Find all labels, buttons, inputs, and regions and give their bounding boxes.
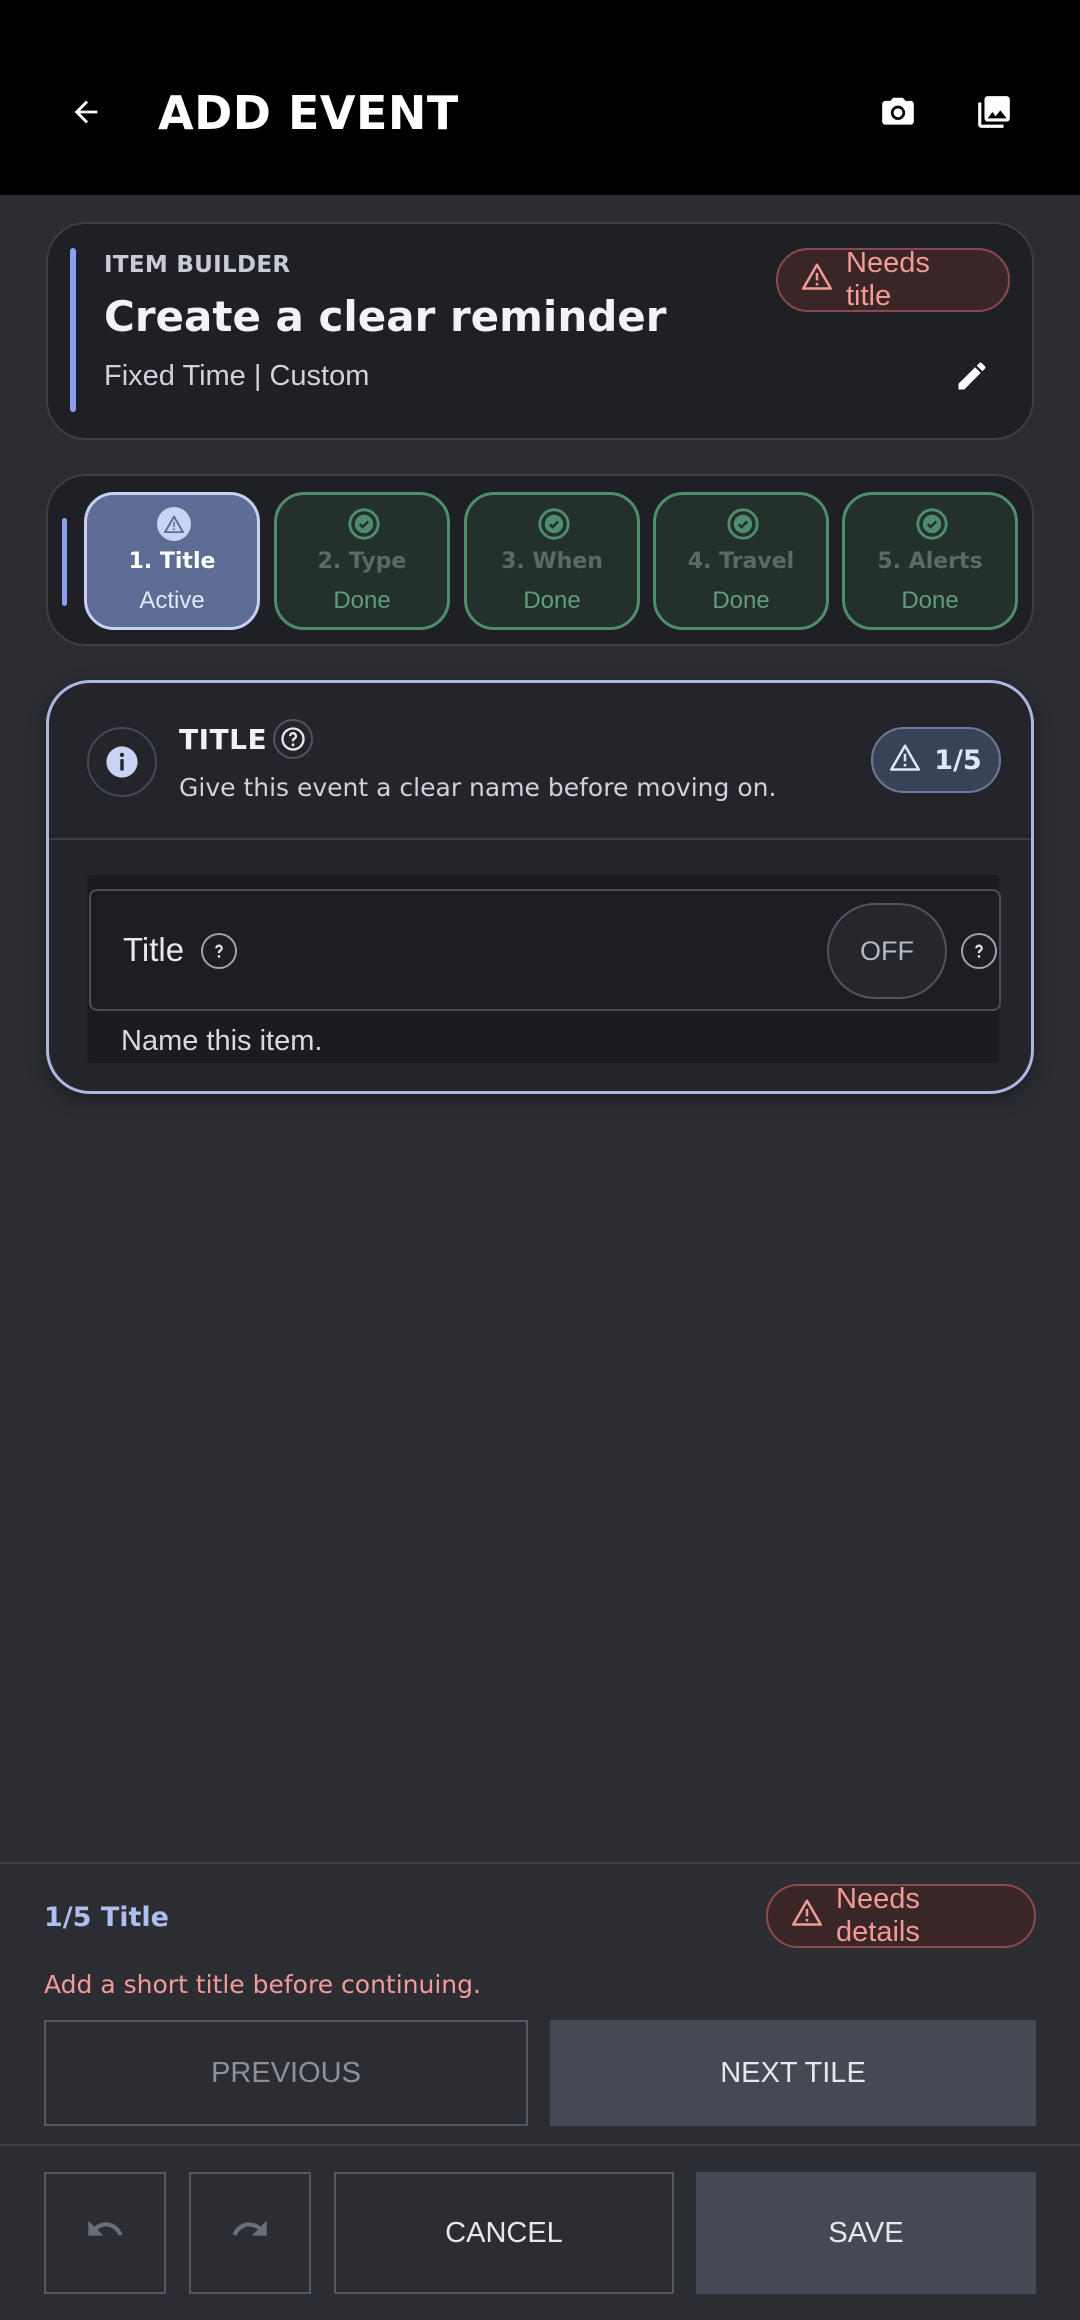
step-label: 2. Type — [317, 549, 407, 574]
step-status: Done — [901, 587, 959, 614]
item-builder-card: ITEM BUILDER Create a clear reminder Fix… — [46, 222, 1034, 440]
warning-icon — [792, 1898, 822, 1934]
title-field-group: Title OFF Name this item. — [87, 875, 1001, 1063]
divider — [0, 2144, 1080, 2146]
progress-count-badge: 1/5 — [871, 727, 1001, 793]
info-icon — [87, 727, 157, 797]
count-label: 1/5 — [934, 744, 982, 776]
step-status: Done — [712, 587, 770, 614]
builder-headline: Create a clear reminder — [104, 292, 667, 341]
step-alerts[interactable]: 5. Alerts Done — [842, 492, 1018, 630]
title-tile: TITLE Give this event a clear name befor… — [46, 680, 1034, 1094]
warning-icon — [890, 743, 921, 778]
redo-button[interactable] — [189, 2172, 311, 2294]
previous-button[interactable]: PREVIOUS — [44, 2020, 528, 2126]
warning-icon — [802, 262, 832, 298]
page-title: ADD EVENT — [158, 86, 459, 140]
footer-bar: 1/5 Title Needs details Add a short titl… — [0, 1862, 1080, 2320]
builder-subtitle: Fixed Time | Custom — [104, 360, 370, 392]
step-type[interactable]: 2. Type Done — [274, 492, 450, 630]
step-label: 1. Title — [128, 549, 216, 574]
check-circle-icon — [347, 507, 381, 541]
needs-details-badge: Needs details — [766, 1883, 1036, 1948]
undo-icon — [85, 2209, 125, 2257]
field-hint: Name this item. — [121, 1025, 323, 1057]
back-arrow-icon[interactable] — [58, 84, 114, 140]
divider — [49, 838, 1031, 840]
warning-icon — [157, 507, 191, 541]
step-label: 3. When — [501, 549, 603, 574]
badge-label: Needs title — [846, 247, 930, 312]
help-icon[interactable] — [273, 719, 313, 759]
check-circle-icon — [915, 507, 949, 541]
redo-icon — [230, 2209, 270, 2257]
error-message: Add a short title before continuing. — [44, 1970, 481, 1999]
app-bar: ADD EVENT — [0, 0, 1080, 195]
accent-bar — [70, 248, 76, 412]
image-gallery-icon[interactable] — [968, 86, 1020, 138]
title-field-label: Title — [123, 931, 185, 968]
step-status: Active — [139, 587, 205, 614]
progress-label: 1/5 Title — [44, 1902, 169, 1933]
title-toggle[interactable]: OFF — [827, 903, 947, 999]
step-label: 4. Travel — [687, 549, 795, 574]
step-when[interactable]: 3. When Done — [464, 492, 640, 630]
step-status: Done — [523, 587, 581, 614]
check-circle-icon — [726, 507, 760, 541]
undo-button[interactable] — [44, 2172, 166, 2294]
badge-label: Needs details — [836, 1883, 920, 1948]
pencil-icon[interactable] — [948, 352, 996, 400]
help-icon[interactable] — [201, 933, 237, 969]
accent-bar — [62, 518, 67, 606]
cancel-button[interactable]: CANCEL — [334, 2172, 674, 2294]
tile-title: TITLE — [179, 723, 268, 756]
step-title[interactable]: 1. Title Active — [84, 492, 260, 630]
check-circle-icon — [537, 507, 571, 541]
tile-description: Give this event a clear name before movi… — [179, 773, 777, 802]
step-navigator: 1. Title Active 2. Type Done 3. When Don… — [46, 474, 1034, 646]
builder-overline: ITEM BUILDER — [104, 252, 291, 278]
next-tile-button[interactable]: NEXT TILE — [550, 2020, 1036, 2126]
needs-title-badge: Needs title — [776, 247, 1010, 312]
step-status: Done — [333, 587, 391, 614]
help-icon[interactable] — [961, 933, 997, 969]
camera-icon[interactable] — [872, 86, 924, 138]
title-input[interactable]: Title OFF — [89, 889, 1001, 1011]
step-label: 5. Alerts — [877, 549, 983, 574]
step-travel[interactable]: 4. Travel Done — [653, 492, 829, 630]
save-button[interactable]: SAVE — [696, 2172, 1036, 2294]
